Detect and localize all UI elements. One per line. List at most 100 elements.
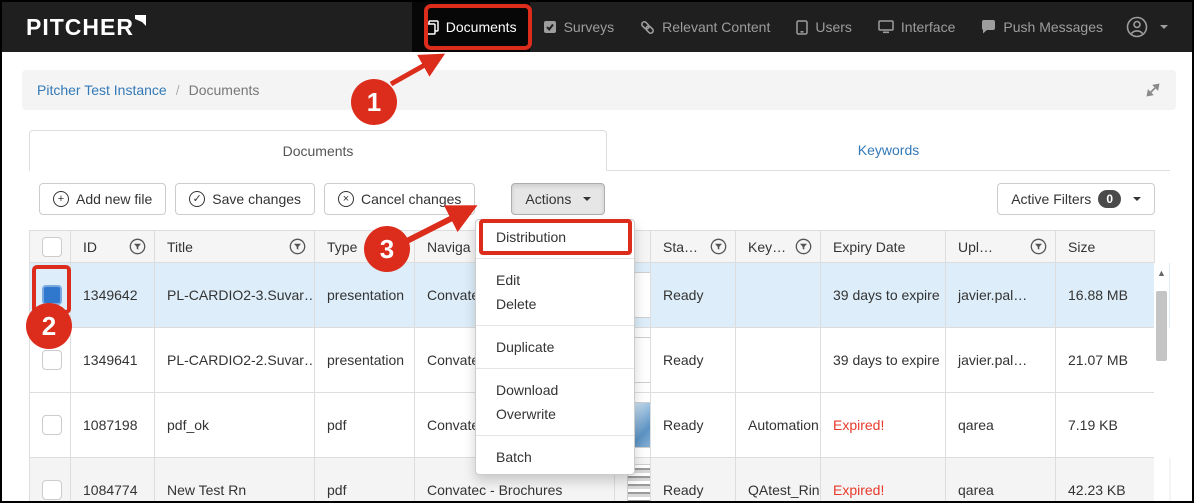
- cell-uploader: javier.pal…: [946, 328, 1056, 393]
- button-label: Active Filters: [1011, 191, 1091, 207]
- x-circle-icon: ×: [338, 191, 354, 207]
- actions-button[interactable]: Actions: [511, 183, 605, 215]
- active-filters-button[interactable]: Active Filters 0: [997, 183, 1155, 215]
- nav-item-push-messages[interactable]: Push Messages: [968, 2, 1116, 52]
- cell-expiry: 39 days to expire: [821, 263, 946, 328]
- tab-bar: Documents Keywords: [29, 130, 1170, 171]
- header-type[interactable]: Type: [315, 231, 415, 263]
- nav-label: Relevant Content: [662, 19, 770, 35]
- nav-item-surveys[interactable]: Surveys: [530, 2, 628, 52]
- chevron-down-icon: [1133, 197, 1141, 201]
- cell-size: 7.19 KB: [1056, 393, 1155, 458]
- pitcher-logo-mark: [135, 15, 147, 27]
- brand-text: PITCHER: [26, 14, 134, 41]
- nav-label: Users: [815, 19, 852, 35]
- cell-keywords: QAtest_Rin2: [736, 458, 821, 503]
- scroll-up-arrow-icon[interactable]: ▲: [1154, 263, 1169, 278]
- header-size[interactable]: Size: [1056, 231, 1155, 263]
- table-scrollbar[interactable]: ▲: [1154, 263, 1169, 503]
- filter-icon[interactable]: [710, 238, 727, 255]
- menu-item-distribution[interactable]: Distribution: [476, 225, 634, 249]
- cell-keywords: Automation: [736, 393, 821, 458]
- cell-type: presentation: [315, 328, 415, 393]
- cell-title: PL-CARDIO2-2.Suvar…: [155, 328, 315, 393]
- expand-arrows-icon: [1145, 82, 1161, 98]
- header-keywords[interactable]: Key…: [736, 231, 821, 263]
- menu-item-delete[interactable]: Delete: [476, 292, 634, 316]
- cell-status: Ready: [651, 328, 736, 393]
- breadcrumb-root-link[interactable]: Pitcher Test Instance: [37, 82, 167, 98]
- menu-item-duplicate[interactable]: Duplicate: [476, 335, 634, 359]
- filter-icon[interactable]: [795, 238, 812, 255]
- filter-icon[interactable]: [1030, 238, 1047, 255]
- nav-item-users[interactable]: Users: [783, 2, 865, 52]
- header-select-all: [30, 231, 71, 263]
- cell-expiry: 39 days to expire: [821, 328, 946, 393]
- cell-type: pdf: [315, 393, 415, 458]
- menu-divider: [476, 368, 634, 369]
- cell-keywords: [736, 328, 821, 393]
- row-checkbox[interactable]: [42, 285, 62, 305]
- actions-dropdown-menu: Distribution Edit Delete Duplicate Downl…: [475, 219, 635, 475]
- select-all-checkbox[interactable]: [42, 237, 62, 257]
- menu-item-edit[interactable]: Edit: [476, 268, 634, 292]
- row-checkbox[interactable]: [42, 480, 62, 500]
- expand-button[interactable]: [1145, 82, 1161, 98]
- cell-expiry: Expired!: [821, 393, 946, 458]
- row-checkbox[interactable]: [42, 415, 62, 435]
- menu-divider: [476, 258, 634, 259]
- button-label: Cancel changes: [361, 191, 461, 207]
- nav-menu: Documents Surveys Relevant Content Users…: [412, 2, 1178, 52]
- header-uploader[interactable]: Upl…: [946, 231, 1056, 263]
- cell-id: 1349641: [71, 328, 155, 393]
- header-id[interactable]: ID: [71, 231, 155, 263]
- tab-documents[interactable]: Documents: [29, 130, 607, 171]
- save-changes-button[interactable]: ✓ Save changes: [175, 183, 315, 215]
- nav-item-relevant-content[interactable]: Relevant Content: [627, 2, 783, 52]
- header-title[interactable]: Title: [155, 231, 315, 263]
- plus-circle-icon: +: [53, 191, 69, 207]
- user-avatar-icon: [1126, 16, 1148, 38]
- cell-size: 21.07 MB: [1056, 328, 1155, 393]
- menu-item-batch[interactable]: Batch: [476, 445, 634, 469]
- cell-expiry: Expired!: [821, 458, 946, 503]
- button-label: Actions: [525, 191, 571, 207]
- row-checkbox[interactable]: [42, 350, 62, 370]
- document-thumbnail[interactable]: [633, 272, 651, 318]
- pitcher-logo[interactable]: PITCHER: [26, 14, 147, 41]
- menu-item-download[interactable]: Download: [476, 378, 634, 402]
- menu-item-overwrite[interactable]: Overwrite: [476, 402, 634, 426]
- app-window: PITCHER Documents Surveys Relevant Conte…: [0, 0, 1194, 503]
- cell-title: New Test Rn: [155, 458, 315, 503]
- add-new-file-button[interactable]: + Add new file: [39, 183, 166, 215]
- copy-icon: [425, 20, 439, 35]
- cell-title: PL-CARDIO2-3.Suvar…: [155, 263, 315, 328]
- scrollbar-thumb[interactable]: [1156, 291, 1167, 361]
- header-expiry[interactable]: Expiry Date: [821, 231, 946, 263]
- top-navbar: PITCHER Documents Surveys Relevant Conte…: [2, 2, 1192, 52]
- header-status[interactable]: Sta…: [651, 231, 736, 263]
- toolbar: + Add new file ✓ Save changes × Cancel c…: [29, 171, 1170, 225]
- breadcrumb: Pitcher Test Instance / Documents: [22, 70, 1176, 110]
- cell-id: 1349642: [71, 263, 155, 328]
- filter-icon[interactable]: [289, 238, 306, 255]
- menu-divider: [476, 325, 634, 326]
- user-menu[interactable]: [1116, 2, 1178, 52]
- nav-label: Surveys: [564, 19, 615, 35]
- cell-type: pdf: [315, 458, 415, 503]
- cell-title: pdf_ok: [155, 393, 315, 458]
- cancel-changes-button[interactable]: × Cancel changes: [324, 183, 475, 215]
- document-thumbnail[interactable]: [633, 337, 651, 383]
- nav-label: Interface: [901, 19, 955, 35]
- button-label: Save changes: [212, 191, 301, 207]
- cell-type: presentation: [315, 263, 415, 328]
- filter-icon[interactable]: [129, 238, 146, 255]
- document-thumbnail[interactable]: [633, 402, 651, 448]
- scrollbar-header-spacer: [1155, 231, 1171, 263]
- tab-keywords[interactable]: Keywords: [607, 130, 1170, 170]
- nav-item-interface[interactable]: Interface: [865, 2, 968, 52]
- nav-item-documents[interactable]: Documents: [412, 2, 530, 52]
- breadcrumb-current: Documents: [189, 82, 260, 98]
- cell-id: 1087198: [71, 393, 155, 458]
- cell-status: Ready: [651, 263, 736, 328]
